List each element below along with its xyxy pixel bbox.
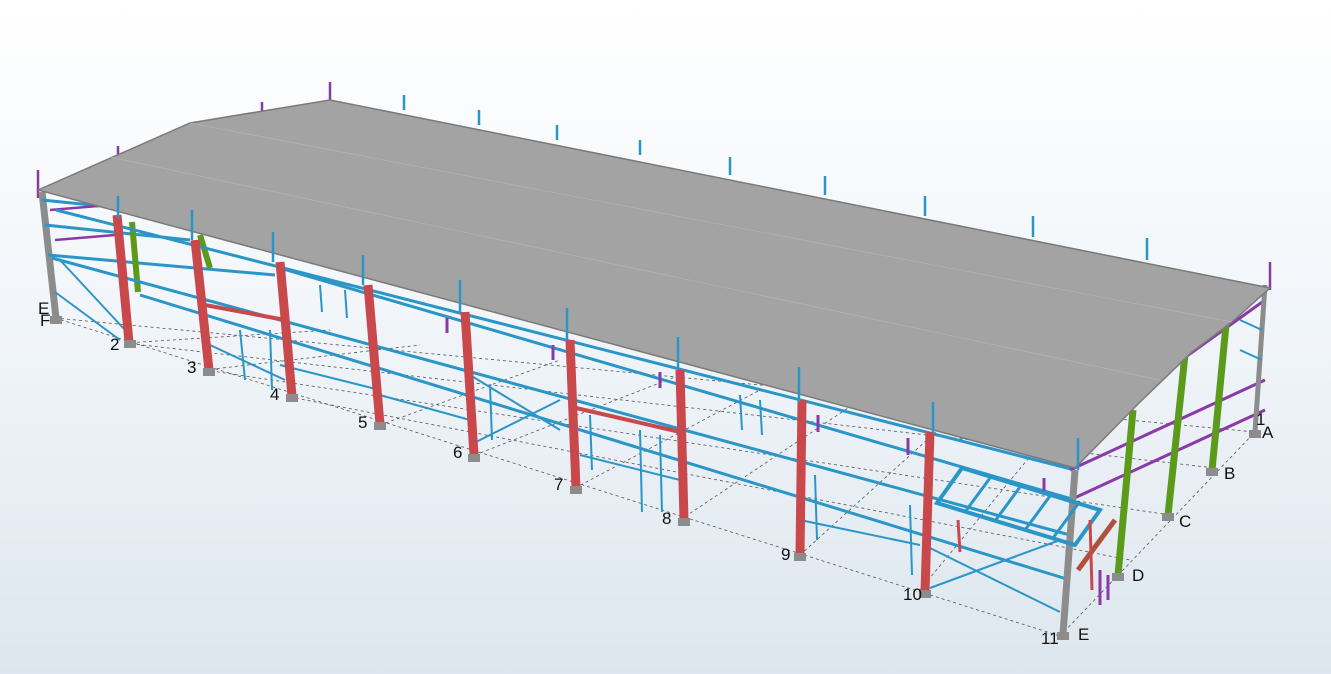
- grid-label-6: 6: [453, 443, 462, 462]
- grid-label-10: 10: [903, 585, 922, 604]
- grid-label-corner-f: F: [40, 311, 50, 330]
- grid-label-b: B: [1224, 464, 1235, 483]
- grid-label-5: 5: [358, 413, 367, 432]
- grid-label-9: 9: [781, 545, 790, 564]
- grid-label-e: E: [1078, 625, 1089, 644]
- grid-label-11: 11: [1041, 629, 1059, 648]
- 3d-model-viewport[interactable]: E F 2 3 4 5 6 7 8 9 10 11 1 A B C D E: [0, 0, 1331, 674]
- grid-label-c: C: [1179, 512, 1191, 531]
- grid-label-7: 7: [554, 475, 563, 494]
- grid-label-8: 8: [662, 509, 671, 528]
- roof-surface: [35, 99, 1272, 469]
- grid-label-d: D: [1132, 566, 1144, 585]
- grid-label-3: 3: [187, 358, 196, 377]
- structural-model-canvas[interactable]: E F 2 3 4 5 6 7 8 9 10 11 1 A B C D E: [0, 0, 1331, 674]
- grid-label-a: A: [1262, 423, 1274, 442]
- grid-label-4: 4: [270, 385, 279, 404]
- grid-label-2: 2: [110, 335, 119, 354]
